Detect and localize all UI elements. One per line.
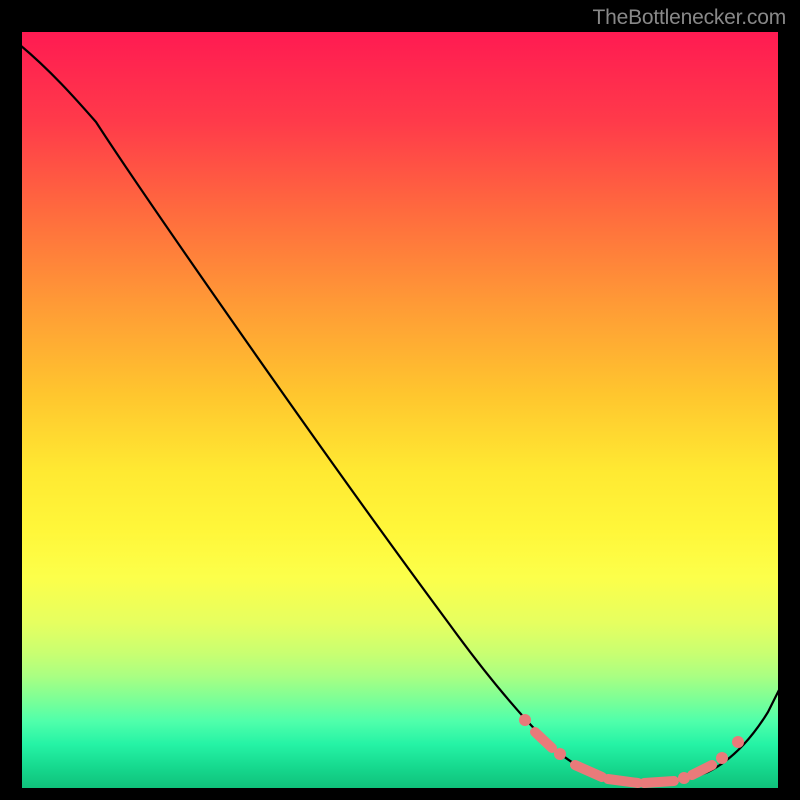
highlight-seg: [575, 765, 602, 777]
highlight-seg: [692, 765, 712, 775]
highlight-dot: [554, 748, 566, 760]
chart-area: [20, 30, 780, 790]
highlight-dot: [519, 714, 531, 726]
highlight-dot: [716, 752, 728, 764]
highlight-seg: [535, 732, 552, 748]
highlight-seg: [608, 779, 638, 783]
highlight-dot: [732, 736, 744, 748]
bottleneck-curve: [20, 45, 780, 783]
highlight-seg: [644, 781, 674, 783]
watermark-text: TheBottlenecker.com: [593, 6, 786, 30]
curve-layer: [20, 30, 780, 790]
